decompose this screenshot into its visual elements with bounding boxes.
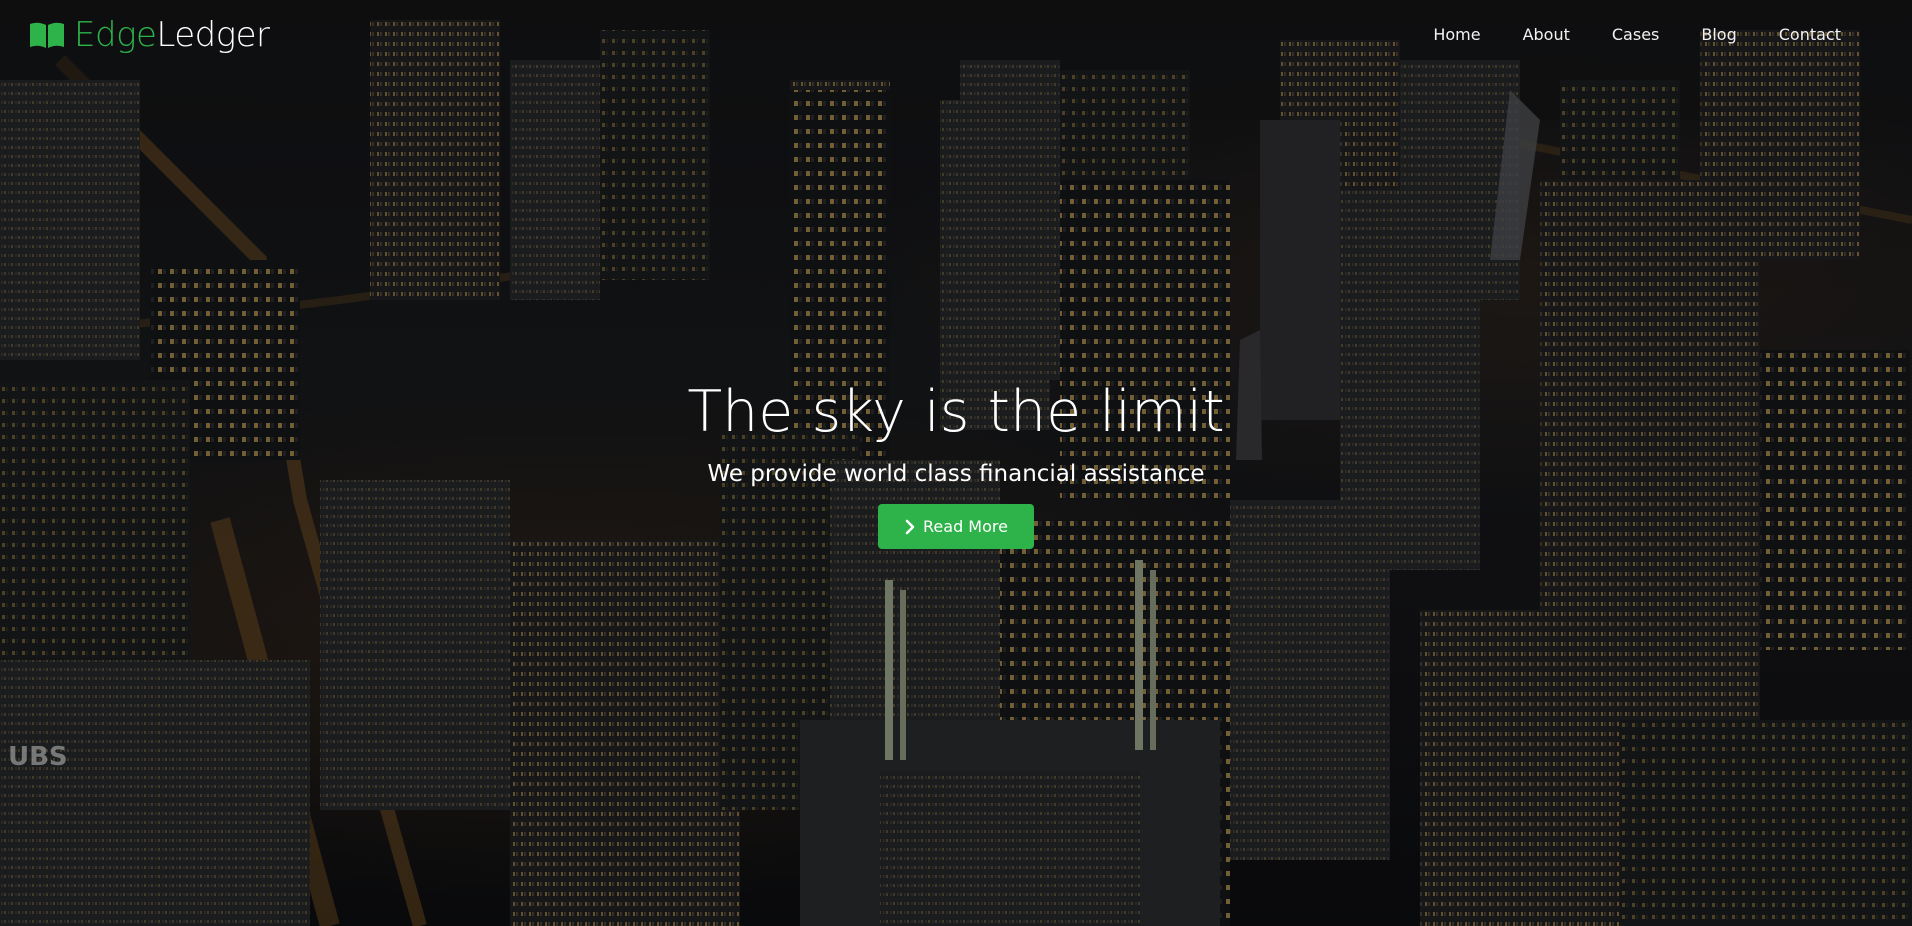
hero-section: UBS EdgeLedger Home About Cases Blog Con… (0, 0, 1912, 926)
nav-cases[interactable]: Cases (1591, 22, 1681, 48)
read-more-button[interactable]: Read More (878, 504, 1034, 549)
brand-name-part2: Ledger (156, 15, 270, 55)
nav-contact[interactable]: Contact (1758, 22, 1862, 48)
chevron-right-icon (905, 519, 915, 534)
top-navbar: EdgeLedger Home About Cases Blog Contact (0, 0, 1912, 72)
nav-home[interactable]: Home (1412, 22, 1501, 48)
read-more-label: Read More (923, 517, 1008, 536)
nav-links: Home About Cases Blog Contact (1412, 22, 1862, 48)
brand-name: EdgeLedger (74, 14, 270, 56)
hero-content: The sky is the limit We provide world cl… (0, 372, 1912, 549)
hero-subtitle: We provide world class financial assista… (707, 461, 1205, 487)
brand-logo-link[interactable]: EdgeLedger (29, 14, 270, 56)
nav-blog[interactable]: Blog (1680, 22, 1757, 48)
nav-about[interactable]: About (1502, 22, 1591, 48)
brand-name-part1: Edge (74, 15, 157, 55)
hero-title: The sky is the limit (687, 379, 1225, 445)
open-book-icon (30, 22, 64, 48)
